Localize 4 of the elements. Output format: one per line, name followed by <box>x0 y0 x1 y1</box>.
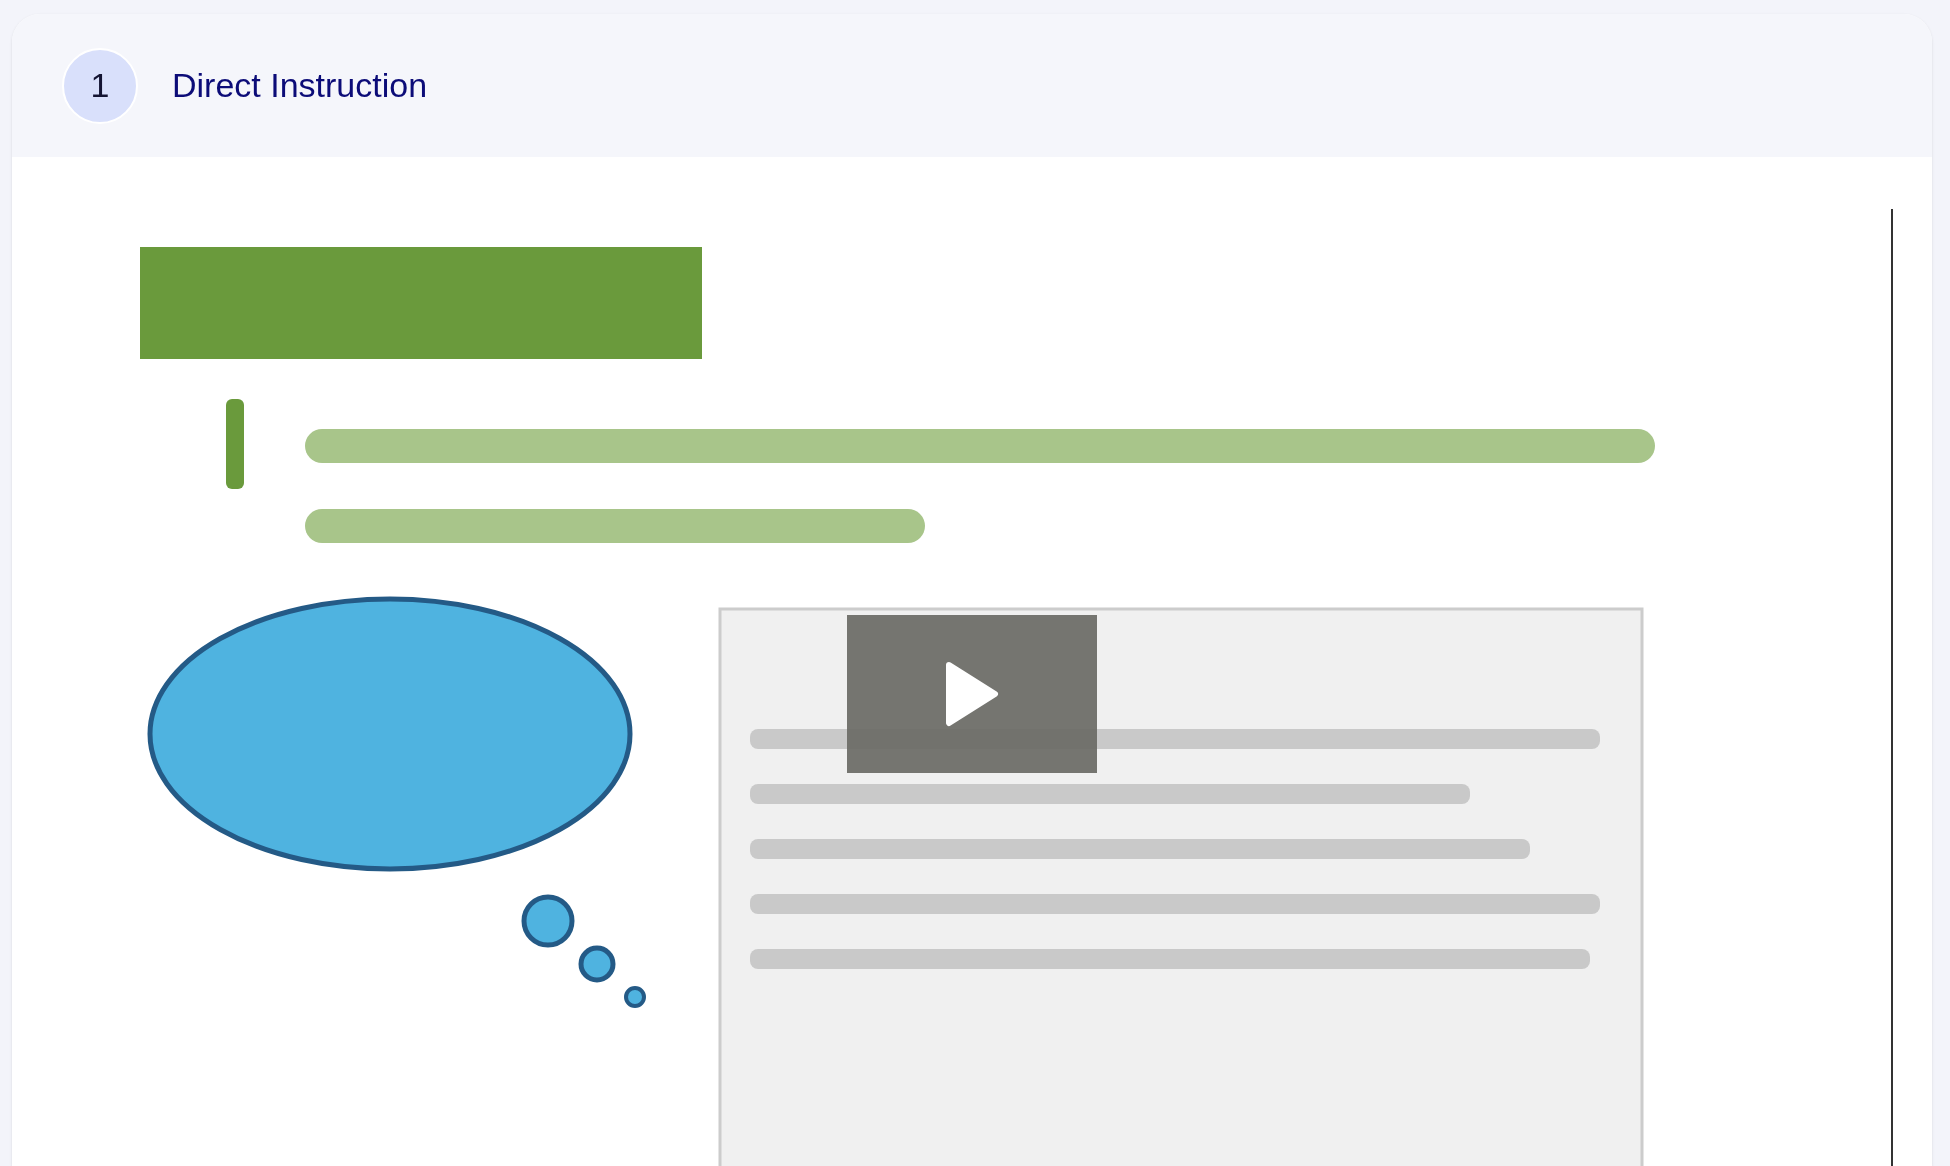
play-button[interactable] <box>847 615 1097 773</box>
step-title: Direct Instruction <box>172 65 428 106</box>
step-number: 1 <box>62 47 138 124</box>
play-icon <box>945 661 999 727</box>
